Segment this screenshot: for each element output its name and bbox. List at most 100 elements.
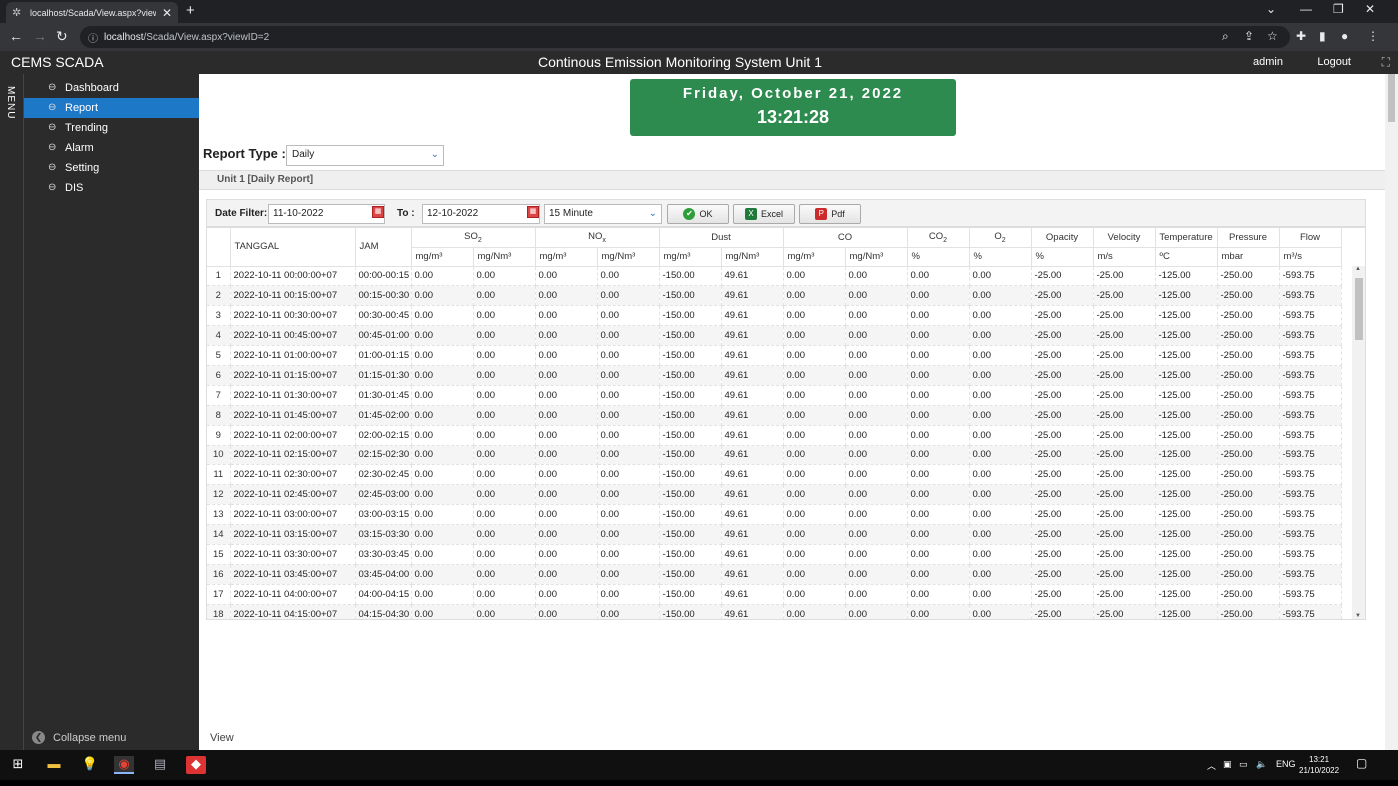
scada-app-icon[interactable]: ◆ — [186, 756, 206, 774]
reload-button[interactable]: ↻ — [56, 28, 68, 45]
chevron-down-icon[interactable]: ⌄ — [1266, 2, 1276, 16]
table-row[interactable]: 16 2022-10-11 03:45:00+07 03:45-04:00 0.00 0… — [207, 564, 1342, 585]
table-cell: 10 — [207, 445, 231, 466]
table-cell: 0.00 — [969, 604, 1032, 619]
col-temperature[interactable]: Temperature — [1155, 228, 1218, 248]
col-co2[interactable]: CO2 — [907, 228, 970, 248]
page-scrollbar[interactable] — [1385, 74, 1398, 750]
table-row[interactable]: 17 2022-10-11 04:00:00+07 04:00-04:15 0.00 0… — [207, 584, 1342, 605]
volume-icon[interactable]: 🔈 — [1256, 759, 1267, 770]
col-so2[interactable]: SO2 — [411, 228, 536, 248]
table-row[interactable]: 11 2022-10-11 02:30:00+07 02:30-02:45 0.00 0… — [207, 464, 1342, 486]
table-row[interactable]: 9 2022-10-11 02:00:00+07 02:00-02:15 0.00 0.… — [207, 425, 1342, 446]
table-row[interactable]: 14 2022-10-11 03:15:00+07 03:15-03:30 0.00 0… — [207, 524, 1342, 545]
table-cell: -25.00 — [1031, 524, 1094, 545]
ok-button[interactable]: ✔ OK — [667, 204, 729, 224]
sidebar-item-report[interactable]: ⊖ Report — [24, 98, 199, 118]
language-indicator[interactable]: ENG — [1276, 759, 1296, 769]
table-row[interactable]: 2 2022-10-11 00:15:00+07 00:15-00:30 0.00 0.… — [207, 285, 1342, 307]
share-icon[interactable]: ⇪ — [1244, 29, 1254, 43]
more-icon[interactable]: ⋮ — [1367, 29, 1379, 43]
tray-chevron-icon[interactable]: ︿ — [1207, 759, 1216, 772]
restore-button[interactable]: ❐ — [1333, 2, 1344, 16]
minimize-button[interactable]: — — [1300, 2, 1312, 16]
table-row[interactable]: 10 2022-10-11 02:15:00+07 02:15-02:30 0.00 0… — [207, 445, 1342, 466]
url-field[interactable]: ⓘ localhost/Scada/View.aspx?viewID=2 — [80, 26, 1290, 48]
page-scrollbar-thumb[interactable] — [1388, 74, 1395, 122]
calendar-icon[interactable]: ▦ — [527, 206, 539, 218]
col-flow[interactable]: Flow — [1279, 228, 1342, 248]
col-jam[interactable]: JAM — [355, 228, 412, 267]
table-row[interactable]: 12 2022-10-11 02:45:00+07 02:45-03:00 0.00 0… — [207, 484, 1342, 506]
table-row[interactable]: 3 2022-10-11 00:30:00+07 00:30-00:45 0.00 0.… — [207, 305, 1342, 327]
menu-toggle[interactable]: MENU — [0, 74, 24, 750]
file-explorer-icon[interactable]: ▬ — [44, 756, 64, 774]
sidebar-item-alarm[interactable]: ⊖ Alarm — [24, 138, 199, 158]
col-co[interactable]: CO — [783, 228, 908, 248]
col-opacity[interactable]: Opacity — [1031, 228, 1094, 248]
browser-tab[interactable]: ✲ localhost/Scada/View.aspx?viewI ✕ — [6, 2, 178, 23]
sidebar-item-dashboard[interactable]: ⊖ Dashboard — [24, 78, 199, 98]
tray-app-icon[interactable]: ▣ — [1223, 759, 1232, 770]
table-scrollbar[interactable]: ▲ ▼ — [1352, 266, 1365, 619]
sidepanel-icon[interactable]: ▮ — [1319, 29, 1326, 43]
menu-label: MENU — [5, 86, 16, 120]
logout-link[interactable]: Logout — [1317, 56, 1351, 68]
scrollbar-thumb[interactable] — [1355, 278, 1363, 340]
date-from-input[interactable]: 11-10-2022 — [268, 204, 385, 224]
interval-select[interactable]: 15 Minute ⌄ — [544, 204, 662, 224]
app-icon[interactable]: ▤ — [150, 756, 170, 774]
fullscreen-icon[interactable]: ⛶ — [1382, 55, 1390, 70]
table-row[interactable]: 7 2022-10-11 01:30:00+07 01:30-01:45 0.00 0.… — [207, 385, 1342, 406]
col-dust[interactable]: Dust — [659, 228, 784, 248]
table-row[interactable]: 8 2022-10-11 01:45:00+07 01:45-02:00 0.00 0.… — [207, 405, 1342, 426]
profile-icon[interactable]: ● — [1341, 29, 1348, 43]
close-window-button[interactable]: ✕ — [1365, 2, 1375, 16]
taskbar-clock[interactable]: 13:21 21/10/2022 — [1299, 754, 1339, 776]
lightbulb-icon[interactable]: 💡 — [80, 756, 100, 774]
bottom-strip — [0, 780, 1398, 786]
table-row[interactable]: 4 2022-10-11 00:45:00+07 00:45-01:00 0.00 0.… — [207, 325, 1342, 347]
report-type-select[interactable]: Daily ⌄ — [286, 145, 444, 166]
info-icon[interactable]: ⓘ — [88, 30, 98, 45]
col-velocity[interactable]: Velocity — [1093, 228, 1156, 248]
table-cell: 0.00 — [597, 464, 660, 486]
back-button[interactable]: ← — [9, 28, 23, 44]
table-cell: 0.00 — [411, 305, 474, 327]
notification-icon[interactable]: ▢ — [1356, 756, 1367, 770]
extensions-icon[interactable]: ✚ — [1296, 29, 1306, 43]
table-cell: 0.00 — [783, 564, 846, 585]
close-tab-icon[interactable]: ✕ — [162, 6, 172, 20]
table-row[interactable]: 15 2022-10-11 03:30:00+07 03:30-03:45 0.00 0… — [207, 544, 1342, 565]
sidebar-item-dis[interactable]: ⊖ DIS — [24, 178, 199, 198]
table-row[interactable]: 1 2022-10-11 00:00:00+07 00:00-00:15 0.00 0.… — [207, 266, 1342, 287]
table-cell: -593.75 — [1279, 365, 1342, 386]
calendar-icon[interactable]: ▦ — [372, 206, 384, 218]
new-tab-button[interactable]: + — [186, 2, 195, 19]
network-icon[interactable]: ▭ — [1239, 759, 1248, 770]
table-row[interactable]: 5 2022-10-11 01:00:00+07 01:00-01:15 0.00 0.… — [207, 345, 1342, 366]
table-row[interactable]: 6 2022-10-11 01:15:00+07 01:15-01:30 0.00 0.… — [207, 365, 1342, 386]
col-tanggal[interactable]: TANGGAL — [230, 228, 356, 267]
star-icon[interactable]: ☆ — [1267, 29, 1278, 43]
table-cell: -125.00 — [1155, 405, 1218, 426]
zoom-icon[interactable]: ⌕ — [1222, 29, 1229, 44]
excel-button[interactable]: X Excel — [733, 204, 795, 224]
date-to-input[interactable]: 12-10-2022 — [422, 204, 540, 224]
table-cell: -150.00 — [659, 504, 722, 526]
scroll-down-icon[interactable]: ▼ — [1355, 613, 1361, 619]
scroll-up-icon[interactable]: ▲ — [1355, 266, 1361, 272]
chrome-icon[interactable]: ◉ — [114, 756, 134, 774]
collapse-menu-button[interactable]: ❮ Collapse menu — [32, 731, 126, 744]
windows-start-icon[interactable]: ⊞ — [8, 756, 28, 774]
sidebar-item-trending[interactable]: ⊖ Trending — [24, 118, 199, 138]
col-o2[interactable]: O2 — [969, 228, 1032, 248]
col-nox[interactable]: NOx — [535, 228, 660, 248]
table-row[interactable]: 13 2022-10-11 03:00:00+07 03:00-03:15 0.00 0… — [207, 504, 1342, 526]
forward-button[interactable]: → — [33, 28, 47, 44]
col-pressure[interactable]: Pressure — [1217, 228, 1280, 248]
sidebar-item-setting[interactable]: ⊖ Setting — [24, 158, 199, 178]
pdf-button[interactable]: P Pdf — [799, 204, 861, 224]
user-link[interactable]: admin — [1253, 56, 1283, 68]
table-row[interactable]: 18 2022-10-11 04:15:00+07 04:15-04:30 0.00 0… — [207, 604, 1342, 619]
